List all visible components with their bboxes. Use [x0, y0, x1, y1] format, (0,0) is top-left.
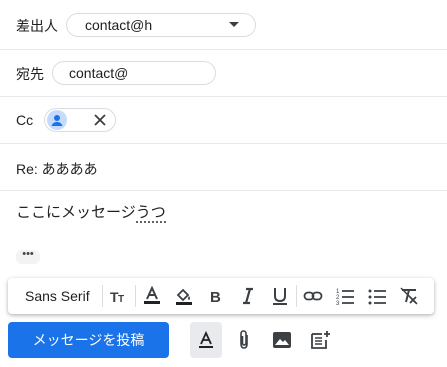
formatting-toolbar: Sans Serif TT B 123	[8, 278, 434, 314]
from-label: 差出人	[16, 18, 58, 34]
attach-icon[interactable]	[230, 322, 258, 358]
remove-formatting-icon[interactable]	[393, 278, 425, 314]
to-row: 宛先 contact@	[0, 50, 447, 97]
cc-label: Cc	[16, 112, 34, 128]
show-trimmed-content-button[interactable]: •••	[16, 249, 40, 264]
highlight-color-icon[interactable]	[168, 278, 200, 314]
message-body[interactable]: ここにメッセージうつ	[16, 201, 166, 223]
numbered-list-icon[interactable]: 123	[329, 278, 361, 314]
font-size-icon[interactable]: TT	[103, 278, 135, 314]
underline-icon[interactable]	[264, 278, 296, 314]
avatar-icon	[47, 110, 67, 130]
cc-recipient-chip[interactable]	[44, 108, 116, 132]
font-select[interactable]: Sans Serif	[8, 278, 102, 314]
to-label: 宛先	[16, 66, 44, 82]
cc-row: Cc	[0, 97, 447, 144]
bulleted-list-icon[interactable]	[361, 278, 393, 314]
dropdown-arrow-icon[interactable]	[229, 22, 239, 27]
bold-icon[interactable]: B	[200, 278, 232, 314]
subject-input[interactable]: Re: ああああ	[16, 159, 98, 179]
svg-text:B: B	[210, 289, 221, 306]
add-note-icon[interactable]	[306, 322, 334, 358]
subject-row[interactable]: Re: ああああ	[0, 144, 447, 191]
text-color-icon[interactable]	[136, 278, 168, 314]
svg-text:3: 3	[336, 301, 340, 306]
body-text: ここにメッセージ	[16, 204, 136, 221]
image-icon[interactable]	[268, 322, 296, 358]
link-icon[interactable]	[297, 278, 329, 314]
from-value: contact@h	[85, 17, 153, 33]
to-recipient-chip[interactable]: contact@	[52, 61, 216, 85]
misspelled-word[interactable]: うつ	[135, 204, 166, 223]
close-icon[interactable]	[93, 113, 107, 127]
formatting-options-icon[interactable]	[190, 322, 222, 358]
svg-text:T: T	[118, 294, 124, 305]
send-button[interactable]: メッセージを投稿	[8, 322, 169, 358]
to-value: contact@	[69, 65, 129, 81]
from-select[interactable]: contact@h	[66, 13, 256, 37]
from-row: 差出人 contact@h	[0, 0, 447, 50]
italic-icon[interactable]	[232, 278, 264, 314]
